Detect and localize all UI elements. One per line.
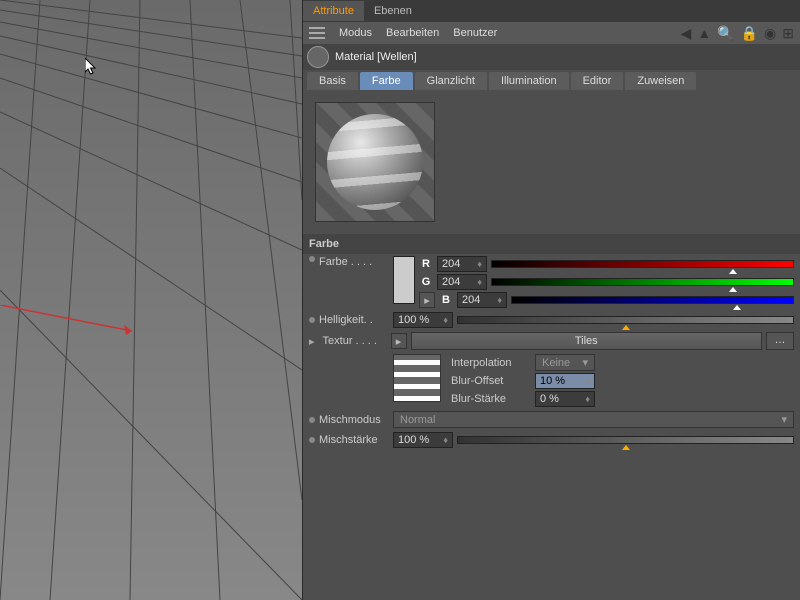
anim-dot-brightness[interactable] — [309, 317, 315, 323]
texture-row: ▸ Textur . . . . ▸ Tiles … — [303, 330, 800, 352]
texture-name-button[interactable]: Tiles — [411, 332, 762, 350]
menu-bearbeiten[interactable]: Bearbeiten — [386, 27, 439, 39]
panel-menu: Modus Bearbeiten Benutzer ◀ ▲ 🔍 🔒 ◉ ⊞ — [303, 22, 800, 44]
g-slider[interactable] — [491, 278, 794, 286]
subtab-zuweisen[interactable]: Zuweisen — [625, 72, 696, 90]
channel-b-label: B — [439, 294, 453, 306]
anim-dot-mixstrength[interactable] — [309, 437, 315, 443]
blur-offset-input[interactable]: 10 %♦ — [535, 373, 595, 389]
texture-thumb[interactable] — [393, 354, 441, 402]
spinner-icon[interactable]: ♦ — [477, 277, 482, 287]
brightness-input[interactable]: 100 %♦ — [393, 312, 453, 328]
target-icon[interactable]: ◉ — [764, 25, 776, 42]
b-slider[interactable] — [511, 296, 794, 304]
subtab-farbe[interactable]: Farbe — [360, 72, 413, 90]
search-icon[interactable]: 🔍 — [717, 25, 734, 42]
material-subtabs: Basis Farbe Glanzlicht Illumination Edit… — [303, 70, 800, 90]
color-row: Farbe . . . . R 204♦ G 204♦ ▸ B 204♦ — [303, 254, 800, 310]
material-header: Material [Wellen] — [303, 44, 800, 70]
mixmode-label: Mischmodus — [319, 414, 389, 426]
material-preview[interactable] — [315, 102, 435, 222]
chevron-down-icon: ▾ — [781, 413, 787, 426]
brightness-slider[interactable] — [457, 316, 794, 324]
color-expand-icon[interactable]: ▸ — [419, 292, 435, 308]
b-input[interactable]: 204♦ — [457, 292, 507, 308]
mixstrength-label: Mischstärke — [319, 434, 389, 446]
spinner-icon[interactable]: ♦ — [477, 259, 482, 269]
grip-icon[interactable] — [309, 27, 325, 39]
texture-label: Textur . . . . — [323, 335, 387, 347]
nav-up-icon[interactable]: ▲ — [697, 25, 711, 41]
texture-detail-row: Interpolation Keine▾ Blur-Offset 10 %♦ B… — [303, 352, 800, 409]
mixmode-dropdown[interactable]: Normal▾ — [393, 411, 794, 428]
mixstrength-input[interactable]: 100 %♦ — [393, 432, 453, 448]
spinner-icon[interactable]: ♦ — [443, 435, 448, 445]
mixmode-row: Mischmodus Normal▾ — [303, 409, 800, 430]
anim-dot-farbe[interactable] — [309, 256, 315, 262]
interpolation-label: Interpolation — [451, 357, 529, 369]
mixstrength-row: Mischstärke 100 %♦ — [303, 430, 800, 450]
attribute-panel: Attribute Ebenen Modus Bearbeiten Benutz… — [302, 0, 800, 600]
material-name: Material [Wellen] — [335, 51, 417, 63]
color-swatch[interactable] — [393, 256, 415, 304]
chevron-down-icon: ▾ — [582, 356, 588, 369]
menu-modus[interactable]: Modus — [339, 27, 372, 39]
axis-x-icon — [0, 305, 140, 345]
brightness-row: Helligkeit. . 100 %♦ — [303, 310, 800, 330]
subtab-illumination[interactable]: Illumination — [489, 72, 569, 90]
lock-icon[interactable]: 🔒 — [741, 25, 758, 42]
tab-ebenen[interactable]: Ebenen — [364, 1, 422, 21]
spinner-icon[interactable]: ♦ — [585, 376, 590, 386]
anim-dot-mixmode[interactable] — [309, 417, 315, 423]
r-input[interactable]: 204♦ — [437, 256, 487, 272]
section-farbe-header: Farbe — [303, 234, 800, 254]
blur-offset-label: Blur-Offset — [451, 375, 529, 387]
spinner-icon[interactable]: ♦ — [443, 315, 448, 325]
blur-strength-label: Blur-Stärke — [451, 393, 529, 405]
material-icon[interactable] — [307, 46, 329, 68]
nav-back-icon[interactable]: ◀ — [681, 25, 692, 42]
texture-expand-icon[interactable]: ▸ — [391, 333, 407, 349]
r-slider[interactable] — [491, 260, 794, 268]
preview-sphere — [327, 114, 423, 210]
spinner-icon[interactable]: ♦ — [497, 295, 502, 305]
channel-r-label: R — [419, 258, 433, 270]
color-label: Farbe . . . . — [319, 256, 389, 268]
subtab-basis[interactable]: Basis — [307, 72, 358, 90]
subtab-editor[interactable]: Editor — [571, 72, 624, 90]
panel-tabs: Attribute Ebenen — [303, 0, 800, 22]
interpolation-dropdown[interactable]: Keine▾ — [535, 354, 595, 371]
brightness-label: Helligkeit. . — [319, 314, 389, 326]
chevron-right-icon[interactable]: ▸ — [309, 335, 315, 348]
texture-browse-button[interactable]: … — [766, 332, 794, 350]
mixstrength-slider[interactable] — [457, 436, 794, 444]
menu-benutzer[interactable]: Benutzer — [453, 27, 497, 39]
cursor-icon — [85, 58, 97, 74]
tab-attribute[interactable]: Attribute — [303, 1, 364, 21]
preview-area — [303, 90, 800, 234]
blur-strength-input[interactable]: 0 %♦ — [535, 391, 595, 407]
channel-g-label: G — [419, 276, 433, 288]
subtab-glanzlicht[interactable]: Glanzlicht — [415, 72, 487, 90]
g-input[interactable]: 204♦ — [437, 274, 487, 290]
viewport-3d[interactable] — [0, 0, 302, 600]
spinner-icon[interactable]: ♦ — [585, 394, 590, 404]
new-icon[interactable]: ⊞ — [782, 25, 794, 42]
